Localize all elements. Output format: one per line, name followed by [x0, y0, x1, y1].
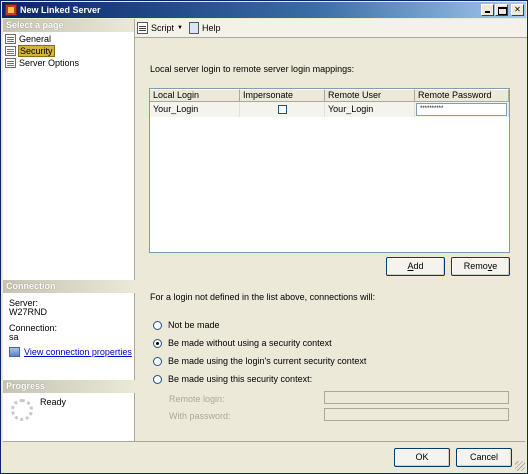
radio-button[interactable]	[153, 374, 162, 384]
with-password-label: With password:	[169, 411, 231, 421]
page-item-general[interactable]: General	[5, 33, 134, 45]
radio-button[interactable]	[153, 320, 162, 330]
column-header[interactable]: Remote User	[325, 89, 415, 102]
page-item-security[interactable]: Security	[5, 45, 134, 57]
add-button[interactable]: Add	[386, 257, 445, 276]
ok-button[interactable]: OK	[394, 448, 450, 467]
table-row[interactable]: Your_Login Your_Login **********	[150, 102, 509, 117]
server-value: W27RND	[9, 307, 48, 317]
option-this-security-context[interactable]: Be made using this security context:	[153, 370, 366, 388]
maximize-button[interactable]	[495, 4, 508, 16]
page-list: General Security Server Options	[3, 32, 134, 69]
connection-options: Not be made Be made without using a secu…	[153, 316, 366, 388]
page-icon	[5, 58, 16, 68]
remote-password-cell[interactable]: **********	[415, 102, 509, 117]
column-header[interactable]: Remote Password	[415, 89, 509, 102]
connection-header: Connection	[3, 280, 135, 293]
option-not-be-made[interactable]: Not be made	[153, 316, 366, 334]
progress-spinner-icon	[11, 399, 33, 421]
radio-button[interactable]	[153, 338, 162, 348]
mapping-label: Local server login to remote server logi…	[150, 64, 355, 74]
progress-status: Ready	[40, 397, 67, 407]
close-button[interactable]: ✕	[511, 4, 524, 16]
new-linked-server-window: New Linked Server ✕ Select a page Genera…	[0, 0, 528, 474]
connection-value: sa	[9, 332, 19, 342]
script-icon	[137, 22, 148, 34]
column-header[interactable]: Local Login	[150, 89, 240, 102]
remote-user-cell[interactable]: Your_Login	[325, 102, 415, 117]
app-icon	[5, 4, 17, 16]
page-icon	[5, 34, 16, 44]
undefined-login-label: For a login not defined in the list abov…	[150, 292, 376, 302]
remote-password-input[interactable]: **********	[416, 103, 507, 116]
view-connection-properties-link[interactable]: View connection properties	[9, 346, 135, 358]
select-page-header: Select a page	[3, 19, 134, 32]
script-button[interactable]: Script ▼	[137, 22, 183, 34]
resize-grip[interactable]	[515, 461, 525, 471]
help-icon	[188, 22, 199, 34]
left-panel: Select a page General Security Server Op…	[3, 19, 135, 441]
properties-icon	[9, 347, 20, 357]
with-password-input[interactable]	[324, 408, 509, 421]
window-title: New Linked Server	[20, 5, 101, 15]
option-current-security-context[interactable]: Be made using the login's current securi…	[153, 352, 366, 370]
minimize-button[interactable]	[481, 4, 494, 16]
page-item-server-options[interactable]: Server Options	[5, 57, 134, 69]
progress-section: Progress Ready	[3, 380, 135, 421]
option-without-security-context[interactable]: Be made without using a security context	[153, 334, 366, 352]
local-login-cell[interactable]: Your_Login	[150, 102, 240, 117]
title-bar[interactable]: New Linked Server ✕	[2, 2, 526, 18]
grid-header: Local Login Impersonate Remote User Remo…	[150, 89, 509, 102]
connection-label: Connection:	[9, 323, 58, 333]
radio-button[interactable]	[153, 356, 162, 366]
connection-section: Connection Server: W27RND Connection: sa…	[3, 280, 135, 358]
footer-divider	[3, 441, 525, 442]
remote-login-input[interactable]	[324, 391, 509, 404]
main-panel: Script ▼ Help Local server login to remo…	[135, 19, 527, 441]
cancel-button[interactable]: Cancel	[456, 448, 512, 467]
progress-header: Progress	[3, 380, 135, 393]
impersonate-checkbox[interactable]	[277, 105, 287, 114]
login-mapping-grid[interactable]: Local Login Impersonate Remote User Remo…	[149, 88, 510, 253]
impersonate-cell[interactable]	[240, 102, 325, 117]
help-button[interactable]: Help	[188, 22, 220, 34]
chevron-down-icon[interactable]: ▼	[177, 25, 183, 31]
page-icon	[5, 46, 16, 56]
column-header[interactable]: Impersonate	[240, 89, 325, 102]
remote-login-label: Remote login:	[169, 394, 225, 404]
toolbar: Script ▼ Help	[135, 19, 527, 38]
remove-button[interactable]: Remove	[451, 257, 510, 276]
